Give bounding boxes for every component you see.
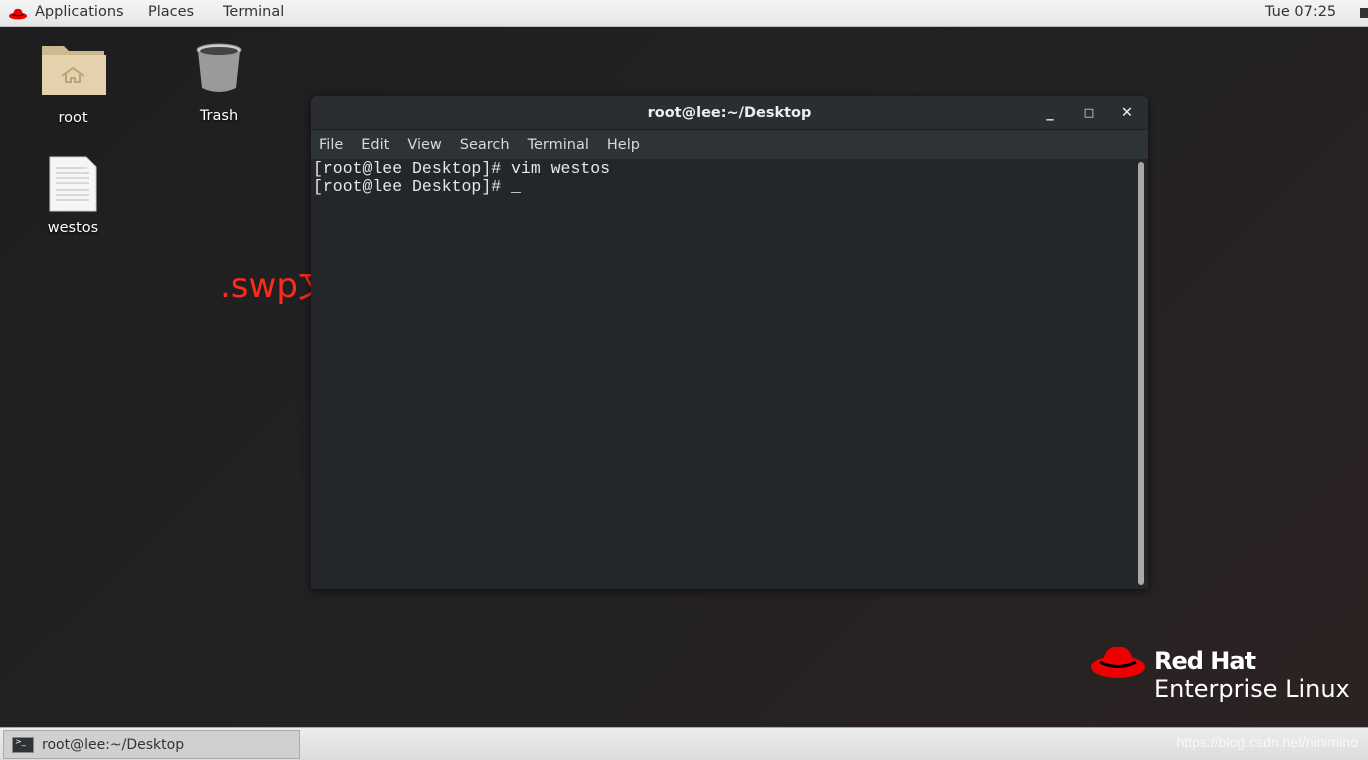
taskbar-item-terminal[interactable]: >_ root@lee:~/Desktop xyxy=(3,730,300,759)
desktop-icon-root[interactable]: root xyxy=(18,40,128,126)
scrollbar[interactable] xyxy=(1138,162,1144,585)
icon-label: Trash xyxy=(199,108,239,124)
maximize-button[interactable]: □ xyxy=(1074,96,1104,130)
title-bar[interactable]: root@lee:~/Desktop _ □ ✕ xyxy=(311,96,1148,130)
system-menu-icon[interactable] xyxy=(1360,8,1368,18)
icon-label: root xyxy=(58,110,88,126)
window-list-panel: >_ root@lee:~/Desktop https://blog.csdn.… xyxy=(0,727,1368,760)
watermark: https://blog.csdn.net/ninimino xyxy=(1176,734,1358,750)
text-file-icon xyxy=(49,156,97,212)
clock[interactable]: Tue 07:25 xyxy=(1265,4,1336,20)
menu-edit[interactable]: Edit xyxy=(361,137,389,153)
places-menu[interactable]: Places xyxy=(148,4,194,20)
close-button[interactable]: ✕ xyxy=(1112,96,1142,130)
menu-terminal[interactable]: Terminal xyxy=(528,137,589,153)
menu-view[interactable]: View xyxy=(407,137,441,153)
redhat-icon xyxy=(9,8,27,20)
icon-label: westos xyxy=(47,220,99,236)
terminal-window[interactable]: root@lee:~/Desktop _ □ ✕ File Edit View … xyxy=(311,96,1148,589)
logo-line2: Enterprise Linux xyxy=(1154,675,1350,703)
top-panel: Applications Places Terminal Tue 07:25 xyxy=(0,0,1368,27)
home-folder-icon xyxy=(42,46,106,95)
trash-icon xyxy=(196,43,242,92)
window-title: root@lee:~/Desktop xyxy=(647,105,812,121)
terminal-line: [root@lee Desktop]# _ xyxy=(313,177,521,196)
minimize-button[interactable]: _ xyxy=(1035,96,1065,130)
taskbar-item-label: root@lee:~/Desktop xyxy=(42,736,185,753)
desktop-icon-westos[interactable]: westos xyxy=(18,156,128,236)
applications-menu[interactable]: Applications xyxy=(35,4,124,20)
menu-file[interactable]: File xyxy=(319,137,343,153)
desktop-icon-trash[interactable]: Trash xyxy=(164,42,274,124)
menu-search[interactable]: Search xyxy=(460,137,510,153)
logo-line1: Red Hat xyxy=(1154,647,1256,675)
menu-help[interactable]: Help xyxy=(607,137,640,153)
menu-bar: File Edit View Search Terminal Help xyxy=(311,130,1148,159)
terminal-output[interactable]: [root@lee Desktop]# vim westos [root@lee … xyxy=(313,160,610,196)
terminal-icon: >_ xyxy=(12,736,34,753)
redhat-hat-icon xyxy=(1091,646,1145,678)
terminal-menu[interactable]: Terminal xyxy=(223,4,284,20)
terminal-line: [root@lee Desktop]# vim westos xyxy=(313,159,611,178)
